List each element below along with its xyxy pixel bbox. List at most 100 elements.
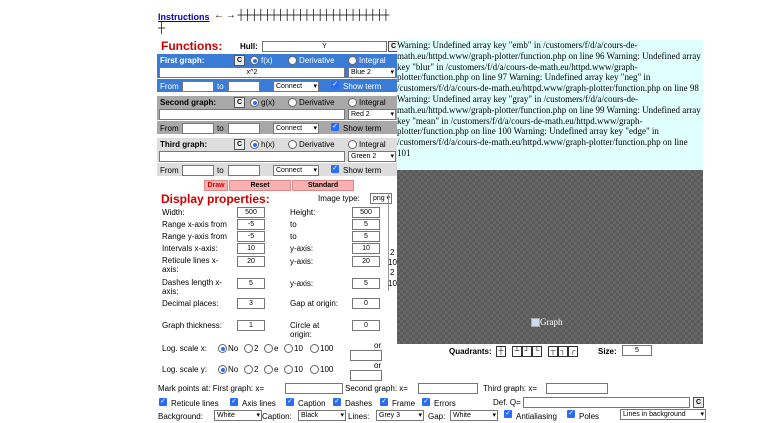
first-from-input[interactable] bbox=[182, 81, 214, 92]
first-to-label: to bbox=[217, 82, 224, 91]
draw-button[interactable]: Draw bbox=[204, 180, 228, 191]
first-to-input[interactable] bbox=[228, 81, 260, 92]
gap-color-label: Gap: bbox=[428, 412, 446, 421]
dashes-x-input[interactable]: 5 bbox=[237, 278, 265, 289]
reset-button[interactable]: Reset bbox=[229, 180, 291, 191]
first-integral-radio[interactable] bbox=[348, 56, 357, 65]
dashes-checkbox[interactable]: ✓ bbox=[333, 398, 341, 406]
reticule-lines-checkbox[interactable]: ✓ bbox=[159, 398, 167, 406]
logx-10-radio[interactable] bbox=[284, 344, 293, 353]
size-input[interactable]: 5 bbox=[622, 345, 652, 356]
thickness-input[interactable]: 1 bbox=[237, 320, 265, 331]
third-derivative-radio[interactable] bbox=[288, 140, 297, 149]
reticule-y-label: y-axis: bbox=[290, 257, 314, 266]
second-connect-select[interactable]: Connect bbox=[273, 123, 319, 134]
third-graph-color-select[interactable]: Green 2 bbox=[348, 151, 396, 162]
errors-checkbox[interactable]: ✓ bbox=[422, 398, 430, 406]
arrow-controls-2[interactable]: ┼ bbox=[158, 23, 165, 34]
second-to-input[interactable] bbox=[228, 123, 260, 134]
first-graph-color-select[interactable]: Blue 2 bbox=[348, 67, 396, 78]
logy-custom-input[interactable] bbox=[350, 370, 382, 381]
logx-100-radio[interactable] bbox=[310, 344, 319, 353]
intervals-y-input[interactable]: 10 bbox=[352, 243, 380, 254]
quadrant-ll-icon[interactable]: ┐ bbox=[558, 346, 568, 357]
instructions-link[interactable]: Instructions bbox=[158, 12, 210, 22]
yrange-from-input[interactable]: -5 bbox=[237, 231, 265, 242]
logx-no-radio[interactable] bbox=[218, 344, 227, 353]
second-graph-expr-input[interactable] bbox=[159, 109, 345, 120]
first-connect-select[interactable]: Connect bbox=[273, 81, 319, 92]
circle-input[interactable]: 0 bbox=[352, 320, 380, 331]
quadrant-lower-icon[interactable]: ┬ bbox=[548, 346, 558, 357]
hull-input[interactable]: Y bbox=[262, 41, 387, 52]
third-connect-select[interactable]: Connect bbox=[273, 165, 319, 176]
second-show-term-checkbox[interactable]: ✓ bbox=[331, 123, 339, 131]
standard-button[interactable]: Standard bbox=[292, 180, 354, 191]
arrow-controls[interactable]: ← → ┼┼┼┼┼┼┼┼┼┼┼┼┼┼┼┼┼┼┼┼┼┼┼ bbox=[214, 10, 390, 21]
logx-e-radio[interactable] bbox=[264, 344, 273, 353]
mark-first-input[interactable] bbox=[285, 383, 343, 394]
quadrant-ul-icon[interactable]: ┘ bbox=[522, 346, 532, 357]
logx-custom-input[interactable] bbox=[350, 350, 382, 361]
graph-canvas[interactable]: Graph bbox=[397, 170, 703, 344]
logy-e-radio[interactable] bbox=[264, 365, 273, 374]
logy-100-radio[interactable] bbox=[310, 365, 319, 374]
intervals-x-input[interactable]: 10 bbox=[237, 243, 265, 254]
yrange-to-input[interactable]: 5 bbox=[352, 231, 380, 242]
second-graph-clear-button[interactable]: C bbox=[234, 97, 245, 108]
first-graph-expr-input[interactable]: x^2 bbox=[159, 67, 345, 78]
gap-color-select[interactable]: White bbox=[450, 410, 498, 421]
height-input[interactable]: 500 bbox=[352, 207, 380, 218]
gap-input[interactable]: 0 bbox=[352, 298, 380, 309]
second-g-radio[interactable] bbox=[250, 98, 259, 107]
third-from-input[interactable] bbox=[182, 165, 214, 176]
poles-checkbox[interactable]: ✓ bbox=[567, 410, 575, 418]
xrange-to-input[interactable]: 5 bbox=[352, 219, 380, 230]
logy-2-radio[interactable] bbox=[244, 365, 253, 374]
logx-2-radio[interactable] bbox=[244, 344, 253, 353]
third-graph-expr-input[interactable] bbox=[159, 151, 345, 162]
reticule-x-input[interactable]: 20 bbox=[237, 256, 265, 267]
second-from-input[interactable] bbox=[182, 123, 214, 134]
third-h-radio[interactable] bbox=[250, 140, 259, 149]
third-show-term-checkbox[interactable]: ✓ bbox=[331, 165, 339, 173]
lines-background-select[interactable]: Lines in background bbox=[620, 409, 706, 420]
xrange-from-input[interactable]: -5 bbox=[237, 219, 265, 230]
third-to-input[interactable] bbox=[228, 165, 260, 176]
dashes-y-input[interactable]: 5 bbox=[352, 278, 380, 289]
quadrant-ur-icon[interactable]: └ bbox=[532, 346, 542, 357]
antialiasing-checkbox[interactable]: ✓ bbox=[504, 410, 512, 418]
caption-checkbox[interactable]: ✓ bbox=[286, 398, 294, 406]
width-input[interactable]: 500 bbox=[237, 207, 265, 218]
first-graph-clear-button[interactable]: C bbox=[234, 55, 245, 66]
decimal-input[interactable]: 3 bbox=[237, 298, 265, 309]
axis-lines-checkbox[interactable]: ✓ bbox=[230, 398, 238, 406]
quadrant-upper-icon[interactable]: ┴ bbox=[512, 346, 522, 357]
second-integral-radio[interactable] bbox=[348, 98, 357, 107]
defq-input[interactable] bbox=[523, 397, 690, 408]
side-tick-1: 2 bbox=[390, 248, 395, 257]
mark-third-input[interactable] bbox=[546, 383, 608, 394]
first-derivative-radio[interactable] bbox=[288, 56, 297, 65]
lines-color-select[interactable]: Grey 3 bbox=[376, 410, 424, 421]
logy-no-radio[interactable] bbox=[218, 365, 227, 374]
frame-checkbox[interactable]: ✓ bbox=[380, 398, 388, 406]
first-f-radio[interactable] bbox=[250, 56, 259, 65]
logy-10-radio[interactable] bbox=[284, 365, 293, 374]
second-from-label: From bbox=[160, 124, 179, 133]
defq-clear-button[interactable]: C bbox=[693, 397, 704, 408]
reticule-y-input[interactable]: 20 bbox=[352, 256, 380, 267]
graph-image-alt: Graph bbox=[531, 317, 563, 328]
background-select[interactable]: White bbox=[214, 410, 262, 421]
caption-color-select[interactable]: Black bbox=[298, 410, 346, 421]
second-derivative-radio[interactable] bbox=[288, 98, 297, 107]
third-integral-radio[interactable] bbox=[348, 140, 357, 149]
mark-second-input[interactable] bbox=[418, 383, 478, 394]
first-show-term-checkbox[interactable]: ✓ bbox=[331, 81, 339, 89]
quadrant-all-icon[interactable]: ┼ bbox=[496, 346, 506, 357]
background-label: Background: bbox=[158, 412, 203, 421]
third-derivative-label: Derivative bbox=[299, 140, 335, 149]
quadrant-lr-icon[interactable]: ┌ bbox=[568, 346, 578, 357]
second-graph-color-select[interactable]: Red 2 bbox=[348, 109, 396, 120]
third-graph-clear-button[interactable]: C bbox=[234, 139, 245, 150]
